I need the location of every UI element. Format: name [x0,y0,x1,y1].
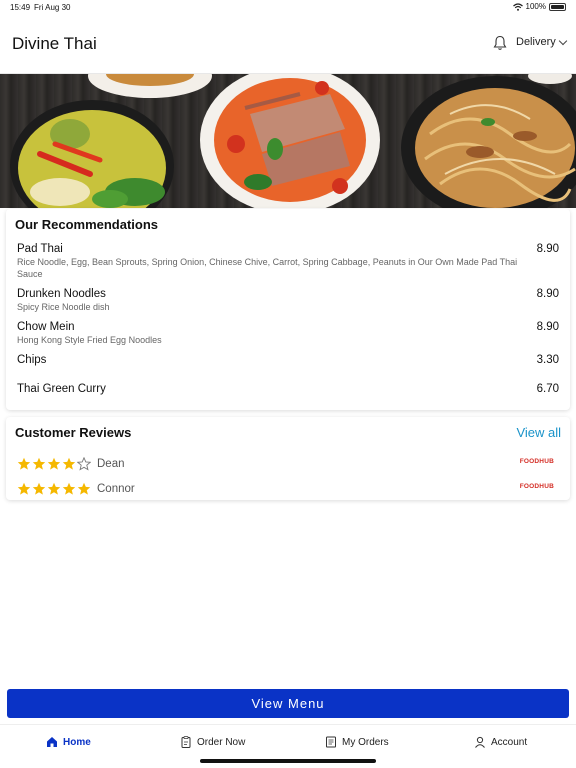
recommendations-card: Our Recommendations Pad Thai Rice Noodle… [6,209,570,410]
star-filled-icon [17,482,31,495]
tab-home[interactable]: Home [46,736,91,748]
star-filled-icon [47,482,61,495]
reviewer-name: Connor [97,483,135,495]
tab-my-orders[interactable]: My Orders [325,736,389,748]
item-price: 6.70 [536,383,559,395]
item-name: Drunken Noodles [17,288,106,300]
item-description: Hong Kong Style Fried Egg Noodles [17,335,162,345]
star-rating [17,457,91,471]
reviewer-name: Dean [97,458,125,470]
reviews-card: Customer Reviews View all Dean FOODHUB C… [6,417,570,500]
item-name: Chips [17,354,47,366]
battery-percent: 100% [525,2,546,11]
item-description: Spicy Rice Noodle dish [17,302,110,312]
clipboard-icon [181,736,191,748]
bell-icon[interactable] [493,35,507,51]
receipt-icon [326,736,336,748]
item-description: Rice Noodle, Egg, Bean Sprouts, Spring O… [17,257,518,279]
tab-label: Order Now [197,736,246,748]
user-icon [475,736,485,748]
star-filled-icon [62,457,76,470]
menu-item[interactable]: Drunken Noodles Spicy Rice Noodle dish 8… [17,288,559,313]
review-row[interactable]: Connor FOODHUB [17,481,559,499]
star-rating [17,482,91,496]
tab-account[interactable]: Account [474,736,527,748]
item-price: 8.90 [536,288,559,300]
star-filled-icon [32,457,46,470]
item-price: 8.90 [536,243,559,255]
item-price: 3.30 [536,354,559,366]
restaurant-title: Divine Thai [12,34,97,53]
foodhub-logo: FOODHUB [519,483,554,490]
menu-item[interactable]: Chips 3.30 [17,354,559,366]
delivery-dropdown[interactable]: Delivery [516,36,567,48]
menu-item[interactable]: Pad Thai Rice Noodle, Egg, Bean Sprouts,… [17,243,559,280]
app-header: Divine Thai Delivery [0,16,576,74]
star-filled-icon [77,482,91,495]
item-name: Chow Mein [17,321,75,333]
tab-order-now[interactable]: Order Now [180,736,245,748]
hero-food-image [0,74,576,208]
status-indicators: 100% [512,2,566,11]
item-price: 8.90 [536,321,559,333]
status-date: Fri Aug 30 [34,3,71,12]
status-bar: 15:49 Fri Aug 30 100% [0,0,576,16]
tab-label: Home [63,736,91,748]
status-time: 15:49 [10,3,31,12]
reviews-title: Customer Reviews [15,425,132,440]
delivery-label: Delivery [516,36,556,48]
view-menu-button[interactable]: View Menu [7,689,569,718]
review-row[interactable]: Dean FOODHUB [17,456,559,474]
tab-label: My Orders [342,736,389,748]
home-icon [47,737,57,747]
home-indicator [200,759,376,763]
item-name: Thai Green Curry [17,383,106,395]
foodhub-logo: FOODHUB [519,458,554,465]
wifi-icon [512,2,523,11]
star-filled-icon [62,482,76,495]
star-filled-icon [47,457,61,470]
star-empty-icon [77,457,91,471]
view-all-reviews-link[interactable]: View all [516,425,561,440]
tab-label: Account [491,736,528,748]
star-filled-icon [32,482,46,495]
star-filled-icon [17,457,31,470]
recommendations-title: Our Recommendations [15,217,159,232]
battery-icon [549,2,566,11]
item-name: Pad Thai [17,243,63,255]
chevron-down-icon [558,36,567,45]
menu-item[interactable]: Thai Green Curry 6.70 [17,383,559,395]
menu-item[interactable]: Chow Mein Hong Kong Style Fried Egg Nood… [17,321,559,346]
